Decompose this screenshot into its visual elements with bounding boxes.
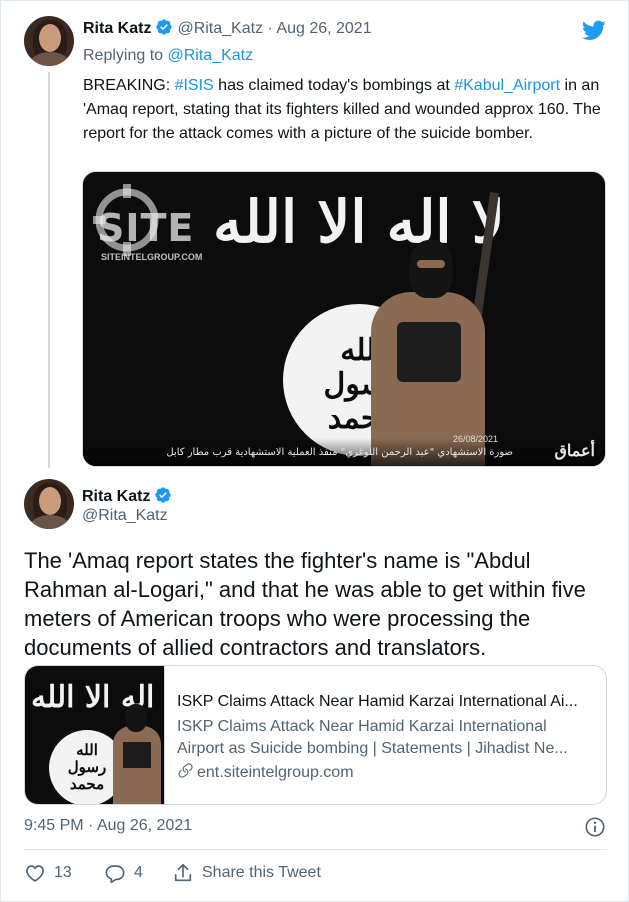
hashtag-isis-link[interactable]: #ISIS [175, 77, 214, 94]
share-icon [174, 863, 192, 882]
photo-caption-text: صورة الاستشهادي "عبد الرحمن اللوغري" منف… [166, 447, 513, 458]
link-card-description: ISKP Claims Attack Near Hamid Karzai Int… [177, 716, 595, 760]
reply-count: 4 [134, 864, 143, 881]
hashtag-kabul-airport-link[interactable]: #Kabul_Airport [454, 77, 560, 94]
link-card-description-line: ISKP Claims Attack Near Hamid Karzai Int… [177, 718, 547, 735]
verified-badge-icon [155, 487, 172, 503]
photo-date: 26/08/2021 [453, 434, 499, 444]
thread-connector-line [48, 72, 50, 468]
link-card-thumbnail: لا اله الا الله الله رسول محمد [25, 666, 165, 804]
author-name[interactable]: Rita Katz [82, 488, 150, 505]
share-label: Share this Tweet [202, 864, 321, 881]
tweet-date[interactable]: Aug 26, 2021 [276, 20, 371, 37]
tweet-photo[interactable]: لا اله الا الله الله رسول محمد SITE SITE… [82, 171, 606, 467]
parent-tweet-text: BREAKING: #ISIS has claimed today's bomb… [83, 74, 603, 146]
seal-line: رسول [67, 758, 107, 776]
avatar-rita-katz-main[interactable] [24, 479, 74, 529]
link-card[interactable]: لا اله الا الله الله رسول محمد ISKP Clai… [24, 665, 607, 805]
info-icon[interactable] [584, 816, 606, 838]
link-icon [178, 763, 193, 778]
like-count: 13 [54, 864, 72, 881]
amaq-agency-logo: أعماق [554, 441, 595, 460]
link-card-description-line: Airport as Suicide bombing | Statements … [177, 740, 568, 757]
main-author-name-row: Rita Katz [82, 486, 176, 506]
site-watermark-url: SITEINTELGROUP.COM [101, 252, 203, 262]
main-tweet-text: The 'Amaq report states the fighter's na… [24, 548, 586, 660]
thumbnail-fighter-head [125, 704, 147, 732]
parent-tweet-header: Rita Katz @Rita_Katz · Aug 26, 2021 [83, 18, 372, 38]
photo-fighter-vest [397, 322, 461, 382]
author-name[interactable]: Rita Katz [83, 20, 151, 37]
tweet-text-segment: has claimed today's bombings at [213, 77, 455, 94]
like-button[interactable]: 13 [24, 862, 72, 884]
avatar-rita-katz[interactable] [24, 16, 74, 66]
tweet-text-segment: BREAKING: [83, 77, 175, 94]
heart-icon [26, 865, 44, 882]
link-card-title[interactable]: ISKP Claims Attack Near Hamid Karzai Int… [177, 692, 595, 712]
replying-to: Replying to @Rita_Katz [83, 47, 253, 65]
link-card-domain[interactable]: ent.siteintelgroup.com [177, 762, 354, 782]
reply-icon [105, 865, 125, 883]
author-handle[interactable]: @Rita_Katz [82, 507, 168, 525]
photo-fighter-head [409, 240, 453, 298]
seal-line: محمد [69, 775, 105, 793]
actions-divider [24, 849, 607, 850]
link-card-domain-text[interactable]: ent.siteintelgroup.com [197, 764, 354, 781]
tweet-timestamp[interactable]: 9:45 PM · Aug 26, 2021 [24, 817, 192, 835]
thumbnail-seal-text: الله رسول محمد [55, 742, 119, 793]
photo-fighter-eyes [417, 260, 445, 268]
twitter-bird-icon[interactable] [580, 18, 608, 42]
share-button[interactable]: Share this Tweet [172, 862, 321, 884]
thumbnail-fighter-vest [123, 742, 151, 768]
site-watermark-text: SITE [97, 206, 195, 250]
tweet-time[interactable]: 9:45 PM [24, 817, 84, 834]
verified-badge-icon [156, 19, 173, 35]
seal-line: الله [76, 741, 98, 759]
tweet-date[interactable]: Aug 26, 2021 [97, 817, 192, 834]
photo-flag-script: لا اله الا الله [213, 188, 507, 256]
replying-to-handle-link[interactable]: @Rita_Katz [168, 47, 254, 64]
replying-prefix: Replying to [83, 47, 168, 64]
author-handle[interactable]: @Rita_Katz [177, 20, 263, 37]
reply-button[interactable]: 4 [104, 862, 143, 884]
